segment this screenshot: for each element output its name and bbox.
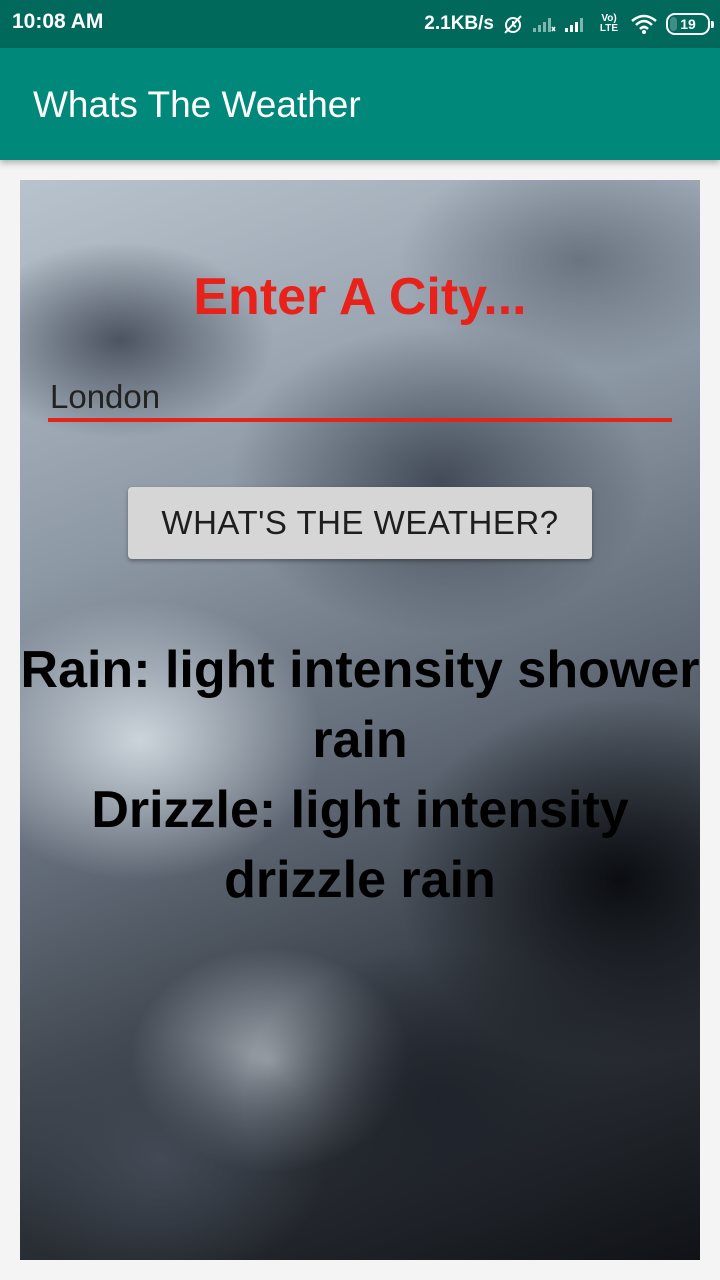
volte-icon: Vo) LTE — [599, 13, 619, 34]
wifi-icon — [630, 13, 658, 35]
status-icons: 2.1KB/s Vo) LTE 19 — [424, 9, 714, 39]
whats-the-weather-button[interactable]: WHAT'S THE WEATHER? — [128, 487, 592, 559]
status-time: 10:08 AM — [12, 10, 104, 33]
enter-city-heading: Enter A City... — [193, 268, 527, 326]
weather-result-text: Rain: light intensity shower rain Drizzl… — [20, 641, 700, 909]
signal-weak-icon — [532, 15, 556, 33]
app-title: Whats The Weather — [33, 84, 361, 125]
city-input[interactable] — [48, 376, 672, 422]
network-speed: 2.1KB/s — [424, 13, 494, 34]
battery-level — [670, 17, 677, 31]
alarm-off-icon — [502, 13, 524, 35]
status-bar: 10:08 AM 2.1KB/s Vo) LTE 19 — [0, 0, 720, 48]
signal-icon — [564, 15, 588, 33]
weather-background: Enter A City... WHAT'S THE WEATHER? Rain… — [20, 180, 700, 1260]
app-bar: Whats The Weather — [0, 48, 720, 160]
battery-percentage: 19 — [680, 16, 696, 32]
battery-cap — [711, 21, 714, 28]
battery-icon: 19 — [666, 13, 714, 35]
